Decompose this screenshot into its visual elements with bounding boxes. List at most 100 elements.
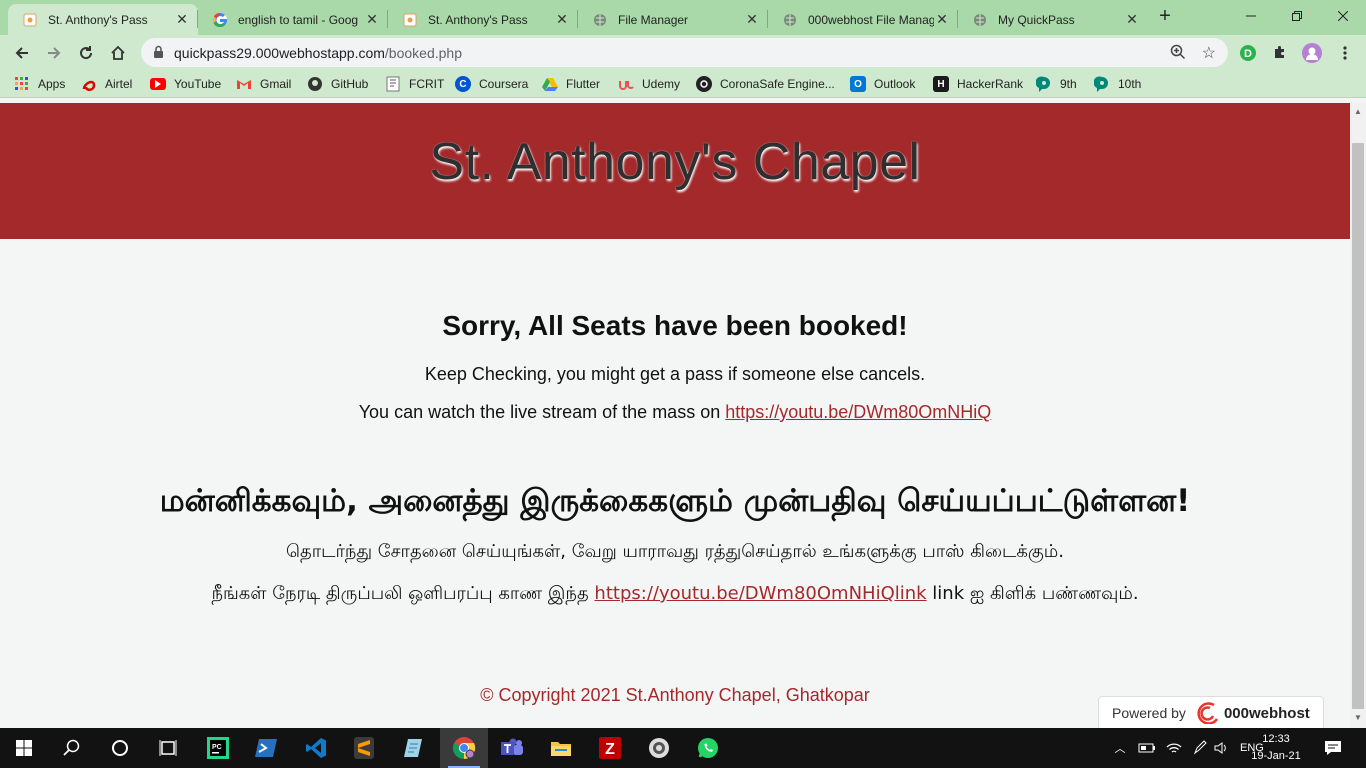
- taskbar-powershell[interactable]: [242, 728, 290, 768]
- close-tab-icon[interactable]: ✕: [934, 11, 950, 28]
- header-banner: St. Anthony's Chapel: [0, 103, 1350, 239]
- tab-000webhost-file-manager[interactable]: 000webhost File Manag ✕: [768, 4, 958, 35]
- scrollbar-thumb[interactable]: [1352, 143, 1364, 709]
- svg-text:D: D: [1244, 48, 1252, 60]
- keep-checking-text: Keep Checking, you might get a pass if s…: [424, 364, 926, 384]
- fcrit-icon: [385, 76, 401, 92]
- powershell-icon: [255, 739, 277, 757]
- close-tab-icon[interactable]: ✕: [364, 11, 380, 28]
- taskbar-file-explorer[interactable]: [537, 728, 585, 768]
- live-stream-link-tamil[interactable]: https://youtu.be/DWm80OmNHiQlink: [594, 583, 926, 604]
- page-icon: [402, 12, 418, 28]
- cortana-button[interactable]: [96, 728, 144, 768]
- page-scrollbar[interactable]: ▲ ▼: [1350, 103, 1366, 728]
- notification-icon: [1325, 741, 1341, 755]
- booked-heading-english: Sorry, All Seats have been booked!: [442, 310, 908, 341]
- close-tab-icon[interactable]: ✕: [744, 11, 760, 28]
- home-icon: [111, 45, 125, 60]
- back-arrow-icon: [15, 47, 28, 59]
- taskbar-sublime[interactable]: [340, 728, 388, 768]
- battery-icon[interactable]: [1138, 742, 1156, 754]
- google-icon: [212, 12, 228, 28]
- bookmark-star-icon[interactable]: ☆: [1202, 43, 1216, 63]
- airtel-icon: [81, 76, 97, 92]
- bookmark-coursera[interactable]: C Coursera: [455, 75, 528, 93]
- extension-dashlane-icon[interactable]: D: [1237, 42, 1259, 64]
- bookmark-github[interactable]: GitHub: [307, 75, 368, 93]
- forward-button[interactable]: [40, 39, 68, 67]
- bookmark-udemy[interactable]: Udemy: [618, 75, 680, 93]
- windows-taskbar: PC Z ︿ ENG 12:33 19-Jan-21: [0, 728, 1366, 768]
- close-tab-icon[interactable]: ✕: [1124, 11, 1140, 28]
- powered-by-badge[interactable]: Powered by 000webhost: [1098, 696, 1324, 728]
- bookmark-airtel[interactable]: Airtel: [81, 75, 132, 93]
- taskbar-whatsapp[interactable]: [684, 728, 732, 768]
- svg-text:PC: PC: [212, 744, 222, 751]
- scroll-up-icon[interactable]: ▲: [1354, 107, 1362, 116]
- coursera-icon: C: [455, 76, 471, 92]
- bookmark-fcrit[interactable]: FCRIT: [385, 75, 444, 93]
- tab-st-anthonys-pass[interactable]: St. Anthony's Pass ✕: [8, 4, 198, 35]
- coronasafe-icon: [696, 76, 712, 92]
- wifi-icon[interactable]: [1166, 741, 1182, 755]
- tab-english-to-tamil[interactable]: english to tamil - Goog ✕: [198, 4, 388, 35]
- elephant-app-icon: [649, 738, 669, 758]
- hackerrank-icon: H: [933, 76, 949, 92]
- browser-toolbar: quickpass29.000webhostapp.com/booked.php…: [0, 35, 1366, 70]
- home-button[interactable]: [104, 39, 132, 67]
- start-button[interactable]: [0, 728, 48, 768]
- globe-icon: [972, 12, 988, 28]
- reload-button[interactable]: [72, 39, 100, 67]
- bookmark-flutter[interactable]: Flutter: [542, 75, 600, 93]
- live-stream-link[interactable]: https://youtu.be/DWm80OmNHiQ: [725, 402, 991, 422]
- lock-icon[interactable]: [153, 45, 164, 64]
- task-view-button[interactable]: [144, 728, 192, 768]
- close-tab-icon[interactable]: ✕: [554, 11, 570, 28]
- svg-text:Z: Z: [605, 741, 615, 758]
- taskbar-app-round[interactable]: [635, 728, 683, 768]
- bookmark-9th[interactable]: 9th: [1036, 75, 1077, 93]
- bookmark-youtube[interactable]: YouTube: [150, 75, 221, 93]
- vscode-icon: [306, 738, 326, 758]
- url-text[interactable]: quickpass29.000webhostapp.com/booked.php: [174, 45, 462, 61]
- close-window-button[interactable]: [1320, 0, 1366, 32]
- bookmark-hackerrank[interactable]: H HackerRank: [933, 75, 1023, 93]
- tab-st-anthonys-pass-2[interactable]: St. Anthony's Pass ✕: [388, 4, 578, 35]
- profile-avatar[interactable]: [1301, 42, 1323, 64]
- taskbar-filezilla[interactable]: Z: [586, 728, 634, 768]
- clock[interactable]: 12:33 19-Jan-21: [1248, 731, 1304, 765]
- action-center-button[interactable]: [1310, 728, 1356, 768]
- taskbar-pycharm[interactable]: PC: [194, 728, 242, 768]
- bookmark-outlook[interactable]: O Outlook: [850, 75, 915, 93]
- teams-icon: [501, 738, 523, 755]
- pen-icon[interactable]: [1192, 740, 1208, 756]
- bookmark-coronasafe[interactable]: CoronaSafe Engine...: [696, 75, 835, 93]
- close-tab-icon[interactable]: ✕: [174, 11, 190, 28]
- bookmarks-bar: Apps Airtel YouTube Gmail GitHub FCRIT C…: [0, 70, 1366, 98]
- address-bar[interactable]: quickpass29.000webhostapp.com/booked.php…: [141, 38, 1228, 67]
- volume-icon[interactable]: [1214, 741, 1230, 755]
- pycharm-icon: PC: [207, 737, 229, 759]
- chrome-menu-icon[interactable]: [1334, 42, 1356, 64]
- taskbar-vscode[interactable]: [292, 728, 340, 768]
- meet-icon: [1094, 76, 1110, 92]
- search-button[interactable]: [48, 728, 96, 768]
- tab-file-manager[interactable]: File Manager ✕: [578, 4, 768, 35]
- back-button[interactable]: [8, 39, 36, 67]
- bookmark-10th[interactable]: 10th: [1094, 75, 1141, 93]
- bookmark-apps[interactable]: Apps: [14, 75, 65, 93]
- globe-icon: [592, 12, 608, 28]
- zoom-icon[interactable]: [1170, 44, 1186, 65]
- tab-my-quickpass[interactable]: My QuickPass ✕: [958, 4, 1148, 35]
- new-tab-button[interactable]: +: [1154, 6, 1176, 28]
- minimize-button[interactable]: [1228, 0, 1274, 32]
- taskbar-chrome[interactable]: [440, 728, 488, 768]
- page-icon: [22, 12, 38, 28]
- taskbar-notes-app[interactable]: [390, 728, 438, 768]
- extensions-puzzle-icon[interactable]: [1269, 42, 1291, 64]
- show-hidden-icons-icon[interactable]: ︿: [1112, 740, 1128, 756]
- restore-button[interactable]: [1274, 0, 1320, 32]
- taskbar-teams[interactable]: [488, 728, 536, 768]
- bookmark-gmail[interactable]: Gmail: [236, 75, 291, 93]
- scroll-down-icon[interactable]: ▼: [1354, 713, 1362, 722]
